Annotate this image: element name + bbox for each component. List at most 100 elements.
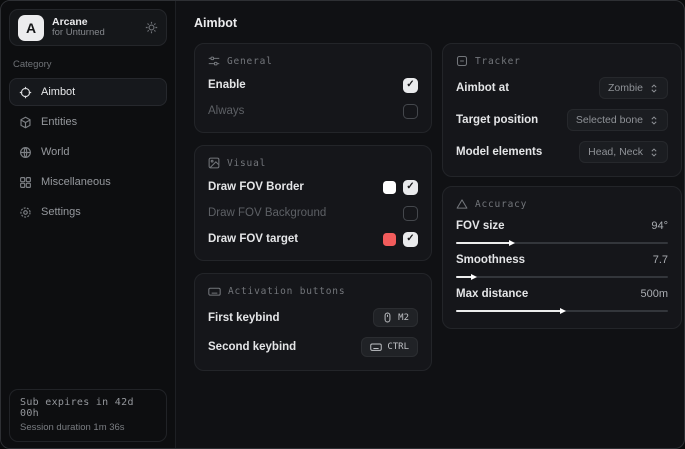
setting-label: Second keybind bbox=[208, 341, 296, 353]
visual-section: Visual Draw FOV Border ✓ Draw FOV Backgr… bbox=[194, 145, 432, 261]
slider-label: FOV size bbox=[456, 220, 505, 232]
target-position-dropdown[interactable]: Selected bone bbox=[567, 109, 668, 131]
slider-label: Max distance bbox=[456, 288, 528, 300]
max-distance-slider-group: Max distance 500m bbox=[456, 288, 668, 312]
setting-label: Aimbot at bbox=[456, 82, 509, 94]
check-icon: ✓ bbox=[406, 80, 414, 90]
always-checkbox[interactable]: ✓ bbox=[403, 104, 418, 119]
smoothness-slider-group: Smoothness 7.7 bbox=[456, 254, 668, 278]
chevron-up-down-icon bbox=[649, 83, 659, 94]
chevron-up-down-icon bbox=[649, 147, 659, 158]
dropdown-value: Head, Neck bbox=[588, 146, 643, 158]
smoothness-slider[interactable] bbox=[456, 276, 668, 278]
session-duration-text: Session duration 1m 36s bbox=[20, 422, 156, 433]
dropdown-value: Zombie bbox=[608, 82, 643, 94]
sub-expiry-text: Sub expires in 42d 00h bbox=[20, 397, 156, 419]
setting-label: Draw FOV Border bbox=[208, 181, 304, 193]
slider-thumb[interactable] bbox=[509, 240, 515, 246]
general-section: General Enable ✓ Always ✓ bbox=[194, 43, 432, 133]
setting-row: Enable ✓ bbox=[208, 77, 418, 93]
sidebar-item-label: Settings bbox=[41, 206, 81, 218]
setting-label: Model elements bbox=[456, 146, 542, 158]
section-title: Visual bbox=[227, 158, 266, 169]
activation-section: Activation buttons First keybind M2 Seco… bbox=[194, 273, 432, 371]
page-title: Aimbot bbox=[194, 16, 682, 30]
first-keybind-button[interactable]: M2 bbox=[373, 308, 418, 327]
sliders-icon bbox=[208, 55, 220, 67]
sidebar: A Arcane for Unturned Category Aimbot bbox=[1, 1, 176, 448]
sidebar-item-entities[interactable]: Entities bbox=[9, 108, 167, 136]
setting-label: Enable bbox=[208, 79, 246, 91]
sidebar-item-aimbot[interactable]: Aimbot bbox=[9, 78, 167, 106]
setting-label: Draw FOV target bbox=[208, 233, 298, 245]
keyboard-icon bbox=[208, 285, 221, 298]
sidebar-item-label: World bbox=[41, 146, 70, 158]
keyboard-icon bbox=[370, 341, 382, 353]
section-title: Tracker bbox=[475, 56, 521, 67]
fov-background-checkbox[interactable]: ✓ bbox=[403, 206, 418, 221]
check-icon: ✓ bbox=[406, 234, 414, 244]
slider-label: Smoothness bbox=[456, 254, 525, 266]
fov-border-color-swatch[interactable] bbox=[383, 181, 396, 194]
setting-label: Target position bbox=[456, 114, 538, 126]
setting-row: Always ✓ bbox=[208, 103, 418, 119]
setting-label: Always bbox=[208, 105, 244, 117]
slider-thumb[interactable] bbox=[471, 274, 477, 280]
sidebar-item-world[interactable]: World bbox=[9, 138, 167, 166]
chevron-up-down-icon bbox=[649, 115, 659, 126]
sidebar-item-miscellaneous[interactable]: Miscellaneous bbox=[9, 168, 167, 196]
brand-card: A Arcane for Unturned bbox=[9, 9, 167, 46]
setting-label: First keybind bbox=[208, 312, 280, 324]
sidebar-item-label: Entities bbox=[41, 116, 77, 128]
main-content: Aimbot General Enable ✓ bbox=[176, 1, 685, 448]
fov-size-slider-group: FOV size 94° bbox=[456, 220, 668, 244]
grid-icon bbox=[19, 176, 32, 189]
max-distance-slider[interactable] bbox=[456, 310, 668, 312]
mouse-icon bbox=[382, 312, 393, 323]
slider-value: 94° bbox=[651, 220, 668, 232]
fov-target-color-swatch[interactable] bbox=[383, 233, 396, 246]
subscription-info: Sub expires in 42d 00h Session duration … bbox=[9, 389, 167, 442]
app-logo: A bbox=[18, 15, 44, 41]
setting-label: Draw FOV Background bbox=[208, 207, 326, 219]
setting-row: Model elements Head, Neck bbox=[456, 141, 668, 163]
setting-row: Second keybind CTRL bbox=[208, 337, 418, 357]
section-title: Activation buttons bbox=[228, 286, 345, 297]
slider-value: 7.7 bbox=[653, 254, 668, 266]
entities-icon bbox=[19, 116, 32, 129]
setting-row: Target position Selected bone bbox=[456, 109, 668, 131]
setting-row: Draw FOV Background ✓ bbox=[208, 205, 418, 221]
section-title: General bbox=[227, 56, 273, 67]
tracker-section: Tracker Aimbot at Zombie Target position bbox=[442, 43, 682, 177]
keybind-value: M2 bbox=[398, 313, 409, 323]
crosshair-icon bbox=[19, 86, 32, 99]
keybind-value: CTRL bbox=[387, 342, 409, 352]
fov-size-slider[interactable] bbox=[456, 242, 668, 244]
check-icon: ✓ bbox=[406, 182, 414, 192]
settings-gear-icon[interactable] bbox=[145, 21, 158, 34]
section-title: Accuracy bbox=[475, 199, 527, 210]
category-label: Category bbox=[13, 59, 163, 70]
fov-border-checkbox[interactable]: ✓ bbox=[403, 180, 418, 195]
aimbot-at-dropdown[interactable]: Zombie bbox=[599, 77, 668, 99]
image-icon bbox=[208, 157, 220, 169]
setting-row: Aimbot at Zombie bbox=[456, 77, 668, 99]
setting-row: First keybind M2 bbox=[208, 308, 418, 327]
slider-thumb[interactable] bbox=[560, 308, 566, 314]
setting-row: Draw FOV Border ✓ bbox=[208, 179, 418, 195]
sidebar-item-label: Aimbot bbox=[41, 86, 75, 98]
dropdown-value: Selected bone bbox=[576, 114, 643, 126]
fov-target-checkbox[interactable]: ✓ bbox=[403, 232, 418, 247]
second-keybind-button[interactable]: CTRL bbox=[361, 337, 418, 357]
triangle-icon bbox=[456, 198, 468, 210]
slider-value: 500m bbox=[640, 288, 668, 300]
sidebar-item-label: Miscellaneous bbox=[41, 176, 111, 188]
enable-checkbox[interactable]: ✓ bbox=[403, 78, 418, 93]
sidebar-item-settings[interactable]: Settings bbox=[9, 198, 167, 226]
box-minus-icon bbox=[456, 55, 468, 67]
setting-row: Draw FOV target ✓ bbox=[208, 231, 418, 247]
accuracy-section: Accuracy FOV size 94° bbox=[442, 186, 682, 329]
model-elements-dropdown[interactable]: Head, Neck bbox=[579, 141, 668, 163]
gear-icon bbox=[19, 206, 32, 219]
app-window: A Arcane for Unturned Category Aimbot bbox=[0, 0, 685, 449]
